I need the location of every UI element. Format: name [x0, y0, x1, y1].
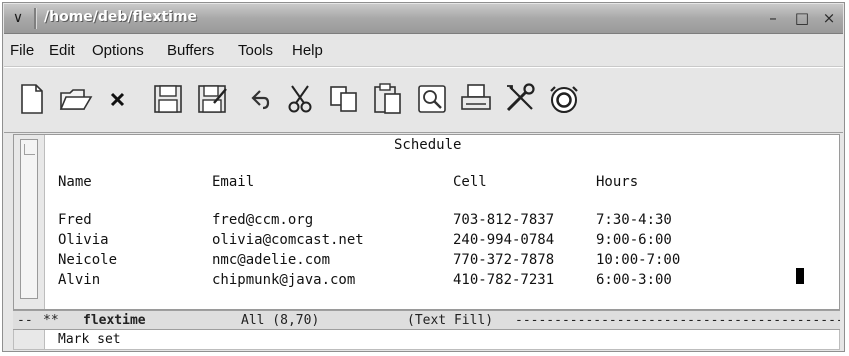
emacs-window: ∨ /home/deb/flextime – □ × File Edit Opt…	[2, 2, 845, 352]
row-email: fred@ccm.org	[212, 212, 314, 228]
row-name: Fred	[58, 212, 92, 228]
row-cell: 240-994-0784	[453, 232, 555, 248]
row-cell: 410-782-7231	[453, 272, 555, 288]
scrollbar-thumb[interactable]	[20, 139, 38, 299]
menu-help[interactable]: Help	[292, 42, 323, 59]
title-bar[interactable]: ∨ /home/deb/flextime – □ ×	[4, 4, 843, 34]
new-file-icon[interactable]	[14, 81, 50, 117]
row-hours: 7:30-4:30	[596, 212, 672, 228]
search-icon[interactable]	[414, 81, 450, 117]
window-menu-button[interactable]: ∨	[10, 10, 26, 26]
mode-line[interactable]: -- ** flextime All (8,70) (Text Fill) --…	[13, 310, 840, 330]
row-hours: 6:00-3:00	[596, 272, 672, 288]
menu-tools[interactable]: Tools	[238, 42, 273, 59]
row-email: nmc@adelie.com	[212, 252, 331, 268]
cursor-position: All (8,70)	[241, 313, 320, 328]
row-name: Alvin	[58, 272, 101, 288]
menu-edit[interactable]: Edit	[49, 42, 75, 59]
close-buffer-icon[interactable]	[100, 81, 136, 117]
row-name: Neicole	[58, 252, 118, 268]
cut-icon[interactable]	[282, 81, 318, 117]
editor-area[interactable]: Schedule Name Email Cell Hours Fred fred…	[13, 134, 840, 310]
open-folder-icon[interactable]	[58, 81, 94, 117]
text-cursor	[796, 268, 804, 284]
menu-file[interactable]: File	[10, 42, 34, 59]
buffer-name[interactable]: flextime	[83, 313, 146, 328]
toolbar	[4, 67, 843, 133]
customize-icon[interactable]	[502, 81, 538, 117]
print-icon[interactable]	[458, 81, 494, 117]
minimize-button[interactable]: –	[764, 9, 782, 27]
column-header-email: Email	[212, 174, 255, 190]
modified-indicator: **	[43, 313, 59, 328]
row-hours: 10:00-7:00	[596, 252, 681, 268]
minibuffer-scrollbar	[14, 330, 45, 349]
minibuffer[interactable]: Mark set	[13, 330, 840, 350]
save-icon[interactable]	[150, 81, 186, 117]
row-email: olivia@comcast.net	[212, 232, 364, 248]
window-title: /home/deb/flextime	[44, 9, 198, 25]
column-header-cell: Cell	[453, 174, 487, 190]
menu-options[interactable]: Options	[92, 42, 144, 59]
save-as-icon[interactable]	[194, 81, 230, 117]
major-mode[interactable]: (Text Fill)	[407, 313, 493, 328]
row-name: Olivia	[58, 232, 109, 248]
row-hours: 9:00-6:00	[596, 232, 672, 248]
copy-icon[interactable]	[326, 81, 362, 117]
menu-bar: File Edit Options Buffers Tools Help	[4, 34, 843, 67]
row-cell: 703-812-7837	[453, 212, 555, 228]
paste-icon[interactable]	[370, 81, 406, 117]
schedule-heading: Schedule	[394, 137, 462, 153]
menu-buffers[interactable]: Buffers	[167, 42, 214, 59]
modeline-fill: ----------------------------------------…	[515, 313, 840, 328]
row-email: chipmunk@java.com	[212, 272, 356, 288]
buffer-text[interactable]: Schedule Name Email Cell Hours Fred fred…	[54, 135, 839, 309]
column-header-name: Name	[58, 174, 92, 190]
vertical-scrollbar[interactable]	[14, 135, 45, 309]
title-separator	[34, 8, 37, 29]
modeline-prefix: --	[17, 313, 33, 328]
row-cell: 770-372-7878	[453, 252, 555, 268]
echo-area-message: Mark set	[58, 332, 121, 347]
maximize-button[interactable]: □	[793, 9, 811, 27]
column-header-hours: Hours	[596, 174, 639, 190]
close-button[interactable]: ×	[820, 9, 838, 27]
help-icon[interactable]	[546, 81, 582, 117]
undo-icon[interactable]	[240, 81, 276, 117]
